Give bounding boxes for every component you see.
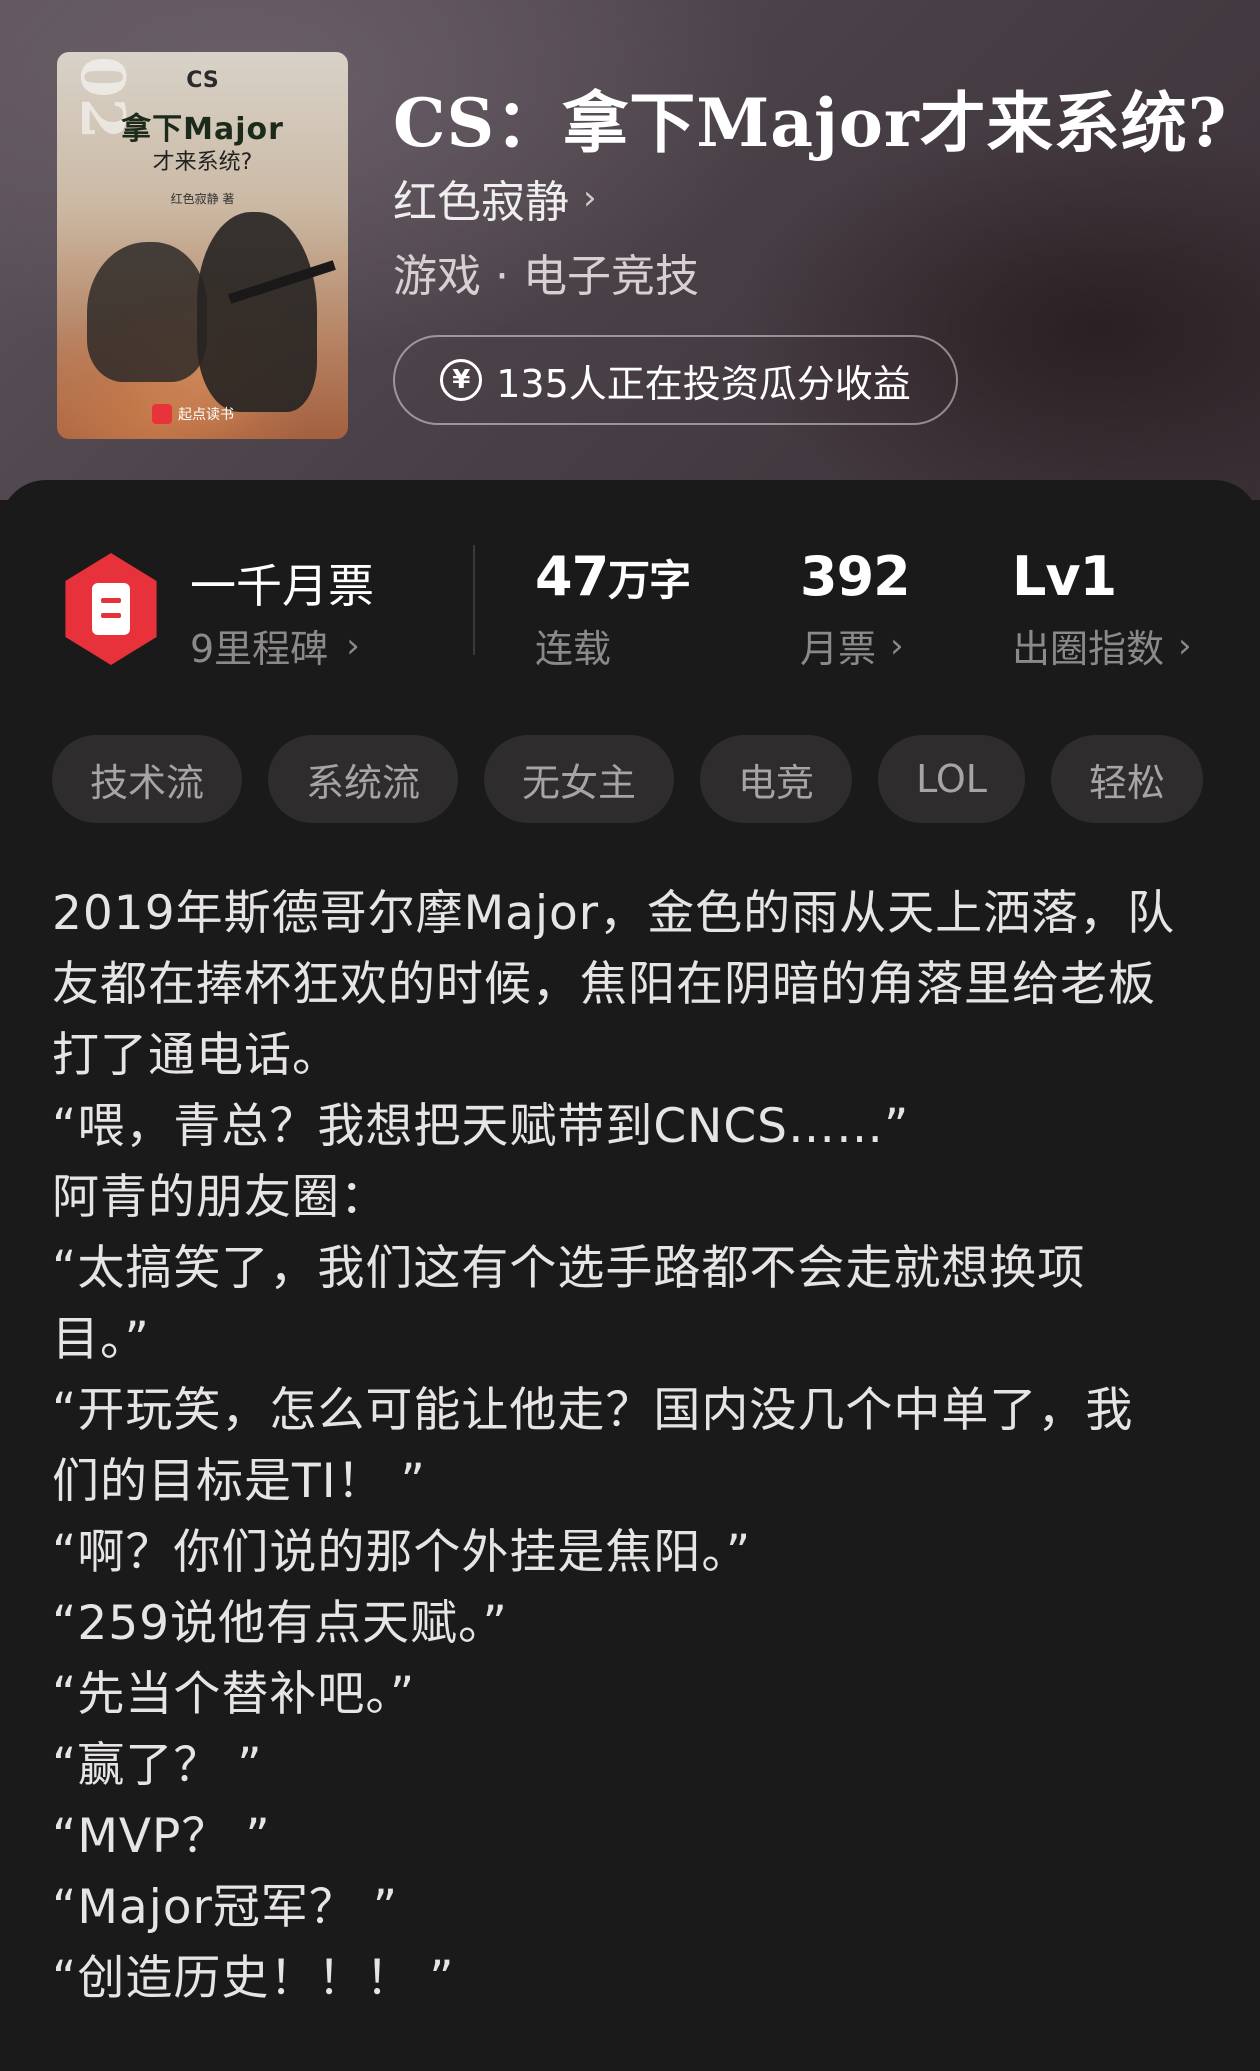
description-line: 们的目标是TI！ ” [52,1454,426,1509]
description-line: “开玩笑，怎么可能让他走？国内没几个中单了，我 [52,1383,1134,1438]
description-line: “259说他有点天赋。” [52,1596,508,1651]
description-line: “MVP？ ” [52,1809,271,1864]
word-count-stat: 47万字 连载 [535,545,691,673]
book-genre: 游戏 · 电子竞技 [393,251,699,302]
cover-title-line1: 拿下Major [121,112,284,147]
description-line: 目。” [52,1312,150,1367]
stats-divider [473,545,475,655]
ticket-icon [92,583,130,635]
tag-list: 技术流 系统流 无女主 电竞 LOL 轻松 [52,735,1203,823]
cover-small-title: CS [186,68,219,93]
invest-label: 135人正在投资瓜分收益 [496,361,911,406]
cover-soldier-figure [87,242,207,382]
invest-button[interactable]: ¥ 135人正在投资瓜分收益 [393,335,958,425]
tag-chip[interactable]: 电竞 [700,735,853,823]
breakout-index-label: 出圈指数 [1012,627,1165,671]
cover-brand: 起点读书 [152,404,234,424]
description-line: 友都在捧杯狂欢的时候，焦阳在阴暗的角落里给老板 [52,957,1156,1012]
book-cover[interactable]: 02 CS 拿下Major 才来系统? 红色寂静 著 起点读书 [57,52,348,439]
description-line: “喂，青总？我想把天赋带到CNCS……” [52,1099,910,1154]
cover-title-line2: 才来系统? [152,150,253,175]
tag-chip[interactable]: 轻松 [1050,735,1203,823]
breakout-index-value: Lv1 [1012,545,1117,608]
author-link[interactable]: 红色寂静 › [393,166,597,230]
word-count-unit: 万字 [608,556,691,605]
description-line: “先当个替补吧。” [52,1667,416,1722]
tag-chip[interactable]: 技术流 [52,735,243,823]
description-line: “太搞笑了，我们这有个选手路都不会走就想换项 [52,1241,1086,1296]
milestone-count: 9里程碑 [190,627,329,671]
cover-brand-label: 起点读书 [178,407,234,423]
chevron-right-icon: › [890,625,904,666]
cover-soldier-figure [197,212,317,412]
breakout-index-stat[interactable]: Lv1 出圈指数 › [1012,545,1192,673]
description-line: “赢了？ ” [52,1738,263,1793]
word-count-value: 47 [535,545,609,608]
yen-coin-icon: ¥ [440,359,483,401]
description-line: “啊？你们说的那个外挂是焦阳。” [52,1525,752,1580]
milestone-link[interactable]: 9里程碑 › [190,618,360,673]
cover-author: 红色寂静 著 [170,192,235,206]
chevron-right-icon: › [1178,625,1192,666]
author-name: 红色寂静 [393,177,569,228]
book-header: 02 CS 拿下Major 才来系统? 红色寂静 著 起点读书 CS：拿下Maj… [0,0,1260,500]
tag-chip[interactable]: 无女主 [484,735,675,823]
book-description: 2019年斯德哥尔摩Major，金色的雨从天上洒落，队 友都在捧杯狂欢的时候，焦… [52,878,1212,2014]
serial-status-label: 连载 [535,627,612,671]
milestone-title: 一千月票 [190,559,374,613]
monthly-votes-label: 月票 [800,627,877,671]
description-line: 打了通电话。 [52,1028,340,1083]
book-title: CS：拿下Major才来系统? [393,84,1228,162]
chevron-right-icon: › [346,625,360,666]
qidian-logo-icon [152,404,172,424]
monthly-votes-stat[interactable]: 392 月票 › [800,545,911,673]
description-line: “Major冠军？ ” [52,1880,399,1935]
description-line: 2019年斯德哥尔摩Major，金色的雨从天上洒落，队 [52,886,1176,941]
tag-chip[interactable]: 系统流 [268,735,459,823]
description-line: “创造历史！！！ ” [52,1951,455,2006]
chevron-right-icon: › [583,178,597,218]
description-line: 阿青的朋友圈： [52,1170,388,1225]
monthly-votes-value: 392 [800,545,911,608]
tag-chip[interactable]: LOL [878,735,1025,823]
